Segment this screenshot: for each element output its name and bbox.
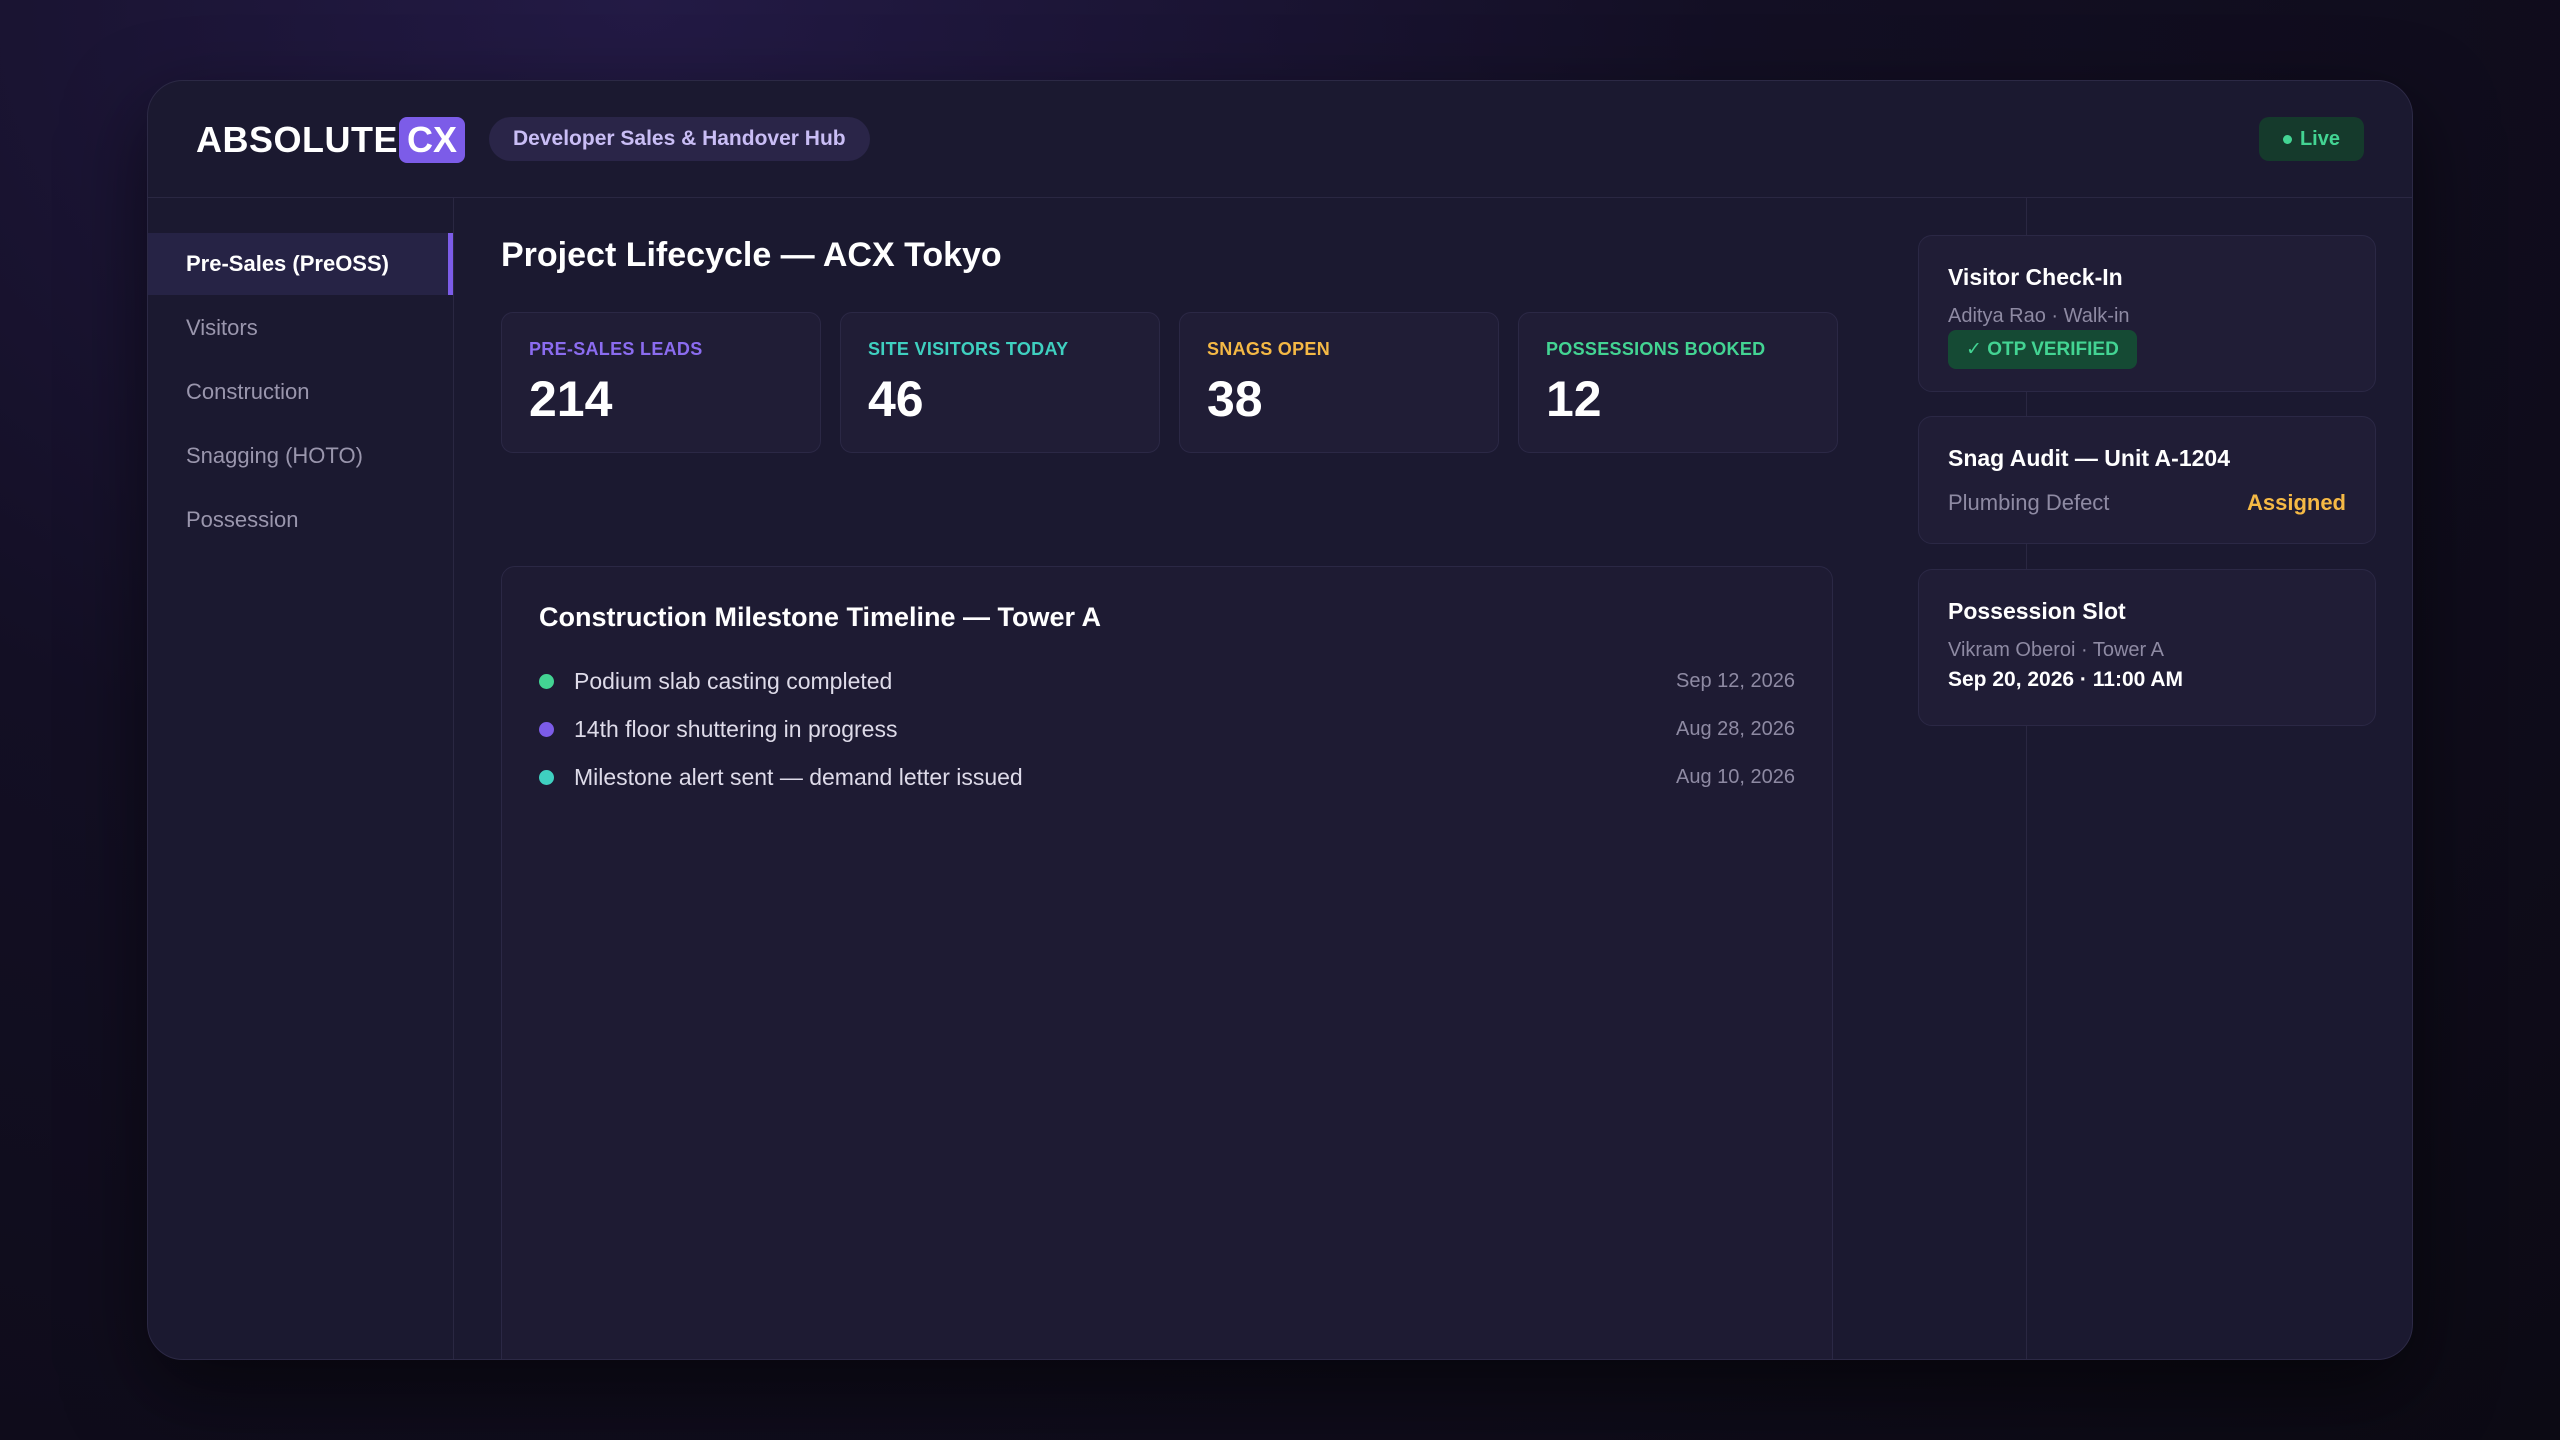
page-title: Project Lifecycle — ACX Tokyo [501,236,1002,274]
timeline-event-date: Aug 28, 2026 [1676,717,1795,740]
timeline-event-text: Podium slab casting completed [574,667,893,694]
card-title: Snag Audit — Unit A-1204 [1948,445,2230,471]
card-title: Visitor Check-In [1948,264,2123,290]
stat-card-possessions-booked[interactable]: POSSESSIONS BOOKED 12 [1518,312,1838,453]
brand-logo[interactable]: ABSOLUTE CX [196,117,466,163]
status-dot-icon [539,769,554,785]
timeline-event[interactable]: Podium slab casting completed Sep 12, 20… [539,657,1795,705]
live-dot-icon [2282,134,2292,144]
snag-audit-card[interactable]: Snag Audit — Unit A-1204 Plumbing Defect… [1918,416,2376,544]
stat-value: 12 [1546,371,1602,427]
timeline-event-text: Milestone alert sent — demand letter iss… [574,763,1023,790]
status-dot-icon [539,721,554,737]
visitor-info: Aditya Rao · Walk-in [1948,305,2130,327]
snag-status: Assigned [2246,490,2346,515]
timeline-event-date: Sep 12, 2026 [1676,669,1795,692]
sidebar-item-pre-sales[interactable]: Pre-Sales (PreOSS) [148,233,453,295]
stat-label: POSSESSIONS BOOKED [1546,339,1766,359]
stat-card-snags-open[interactable]: SNAGS OPEN 38 [1179,312,1499,453]
sidebar-item-possession[interactable]: Possession [148,489,453,551]
top-bar: ABSOLUTE CX Developer Sales & Handover H… [148,81,2412,198]
snag-defect: Plumbing Defect [1948,490,2110,515]
stat-label: SITE VISITORS TODAY [868,339,1069,359]
stat-value: 46 [868,371,924,427]
main-content: Project Lifecycle — ACX Tokyo PRE-SALES … [454,198,2026,1359]
otp-verified-badge: ✓ OTP VERIFIED [1948,330,2137,369]
card-title: Possession Slot [1948,598,2126,624]
sidebar-item-visitors[interactable]: Visitors [148,297,453,359]
brand-accent: CX [399,117,466,163]
live-status-badge: Live [2258,117,2364,161]
possession-customer: Vikram Oberoi · Tower A [1948,639,2165,661]
stat-value: 214 [529,371,613,427]
timeline-event[interactable]: 14th floor shuttering in progress Aug 28… [539,705,1795,753]
stat-card-site-visitors[interactable]: SITE VISITORS TODAY 46 [840,312,1160,453]
status-dot-icon [539,673,554,689]
stats-row: PRE-SALES LEADS 214 SITE VISITORS TODAY … [501,312,1838,453]
sidebar-item-construction[interactable]: Construction [148,361,453,423]
stat-label: PRE-SALES LEADS [529,339,703,359]
brand-name: ABSOLUTE [196,119,398,160]
timeline-event[interactable]: Milestone alert sent — demand letter iss… [539,753,1795,801]
possession-time: Sep 20, 2026 · 11:00 AM [1948,668,2184,691]
live-status-text: Live [2299,127,2340,150]
stat-value: 38 [1207,371,1263,427]
timeline-title: Construction Milestone Timeline — Tower … [539,602,1102,632]
timeline-event-date: Aug 10, 2026 [1676,765,1795,788]
milestone-timeline-card: Construction Milestone Timeline — Tower … [501,566,1833,1359]
snag-row: Plumbing Defect Assigned [1948,490,2346,516]
sidebar-item-snagging[interactable]: Snagging (HOTO) [148,425,453,487]
possession-slot-card[interactable]: Possession Slot Vikram Oberoi · Tower A … [1918,569,2376,726]
sidebar: Pre-Sales (PreOSS) Visitors Construction… [148,198,454,1359]
stat-label: SNAGS OPEN [1207,339,1331,359]
timeline-event-text: 14th floor shuttering in progress [574,715,898,742]
stat-card-pre-sales-leads[interactable]: PRE-SALES LEADS 214 [501,312,821,453]
visitor-checkin-card[interactable]: Visitor Check-In Aditya Rao · Walk-in ✓ … [1918,235,2376,392]
hub-label-pill: Developer Sales & Handover Hub [489,117,870,161]
